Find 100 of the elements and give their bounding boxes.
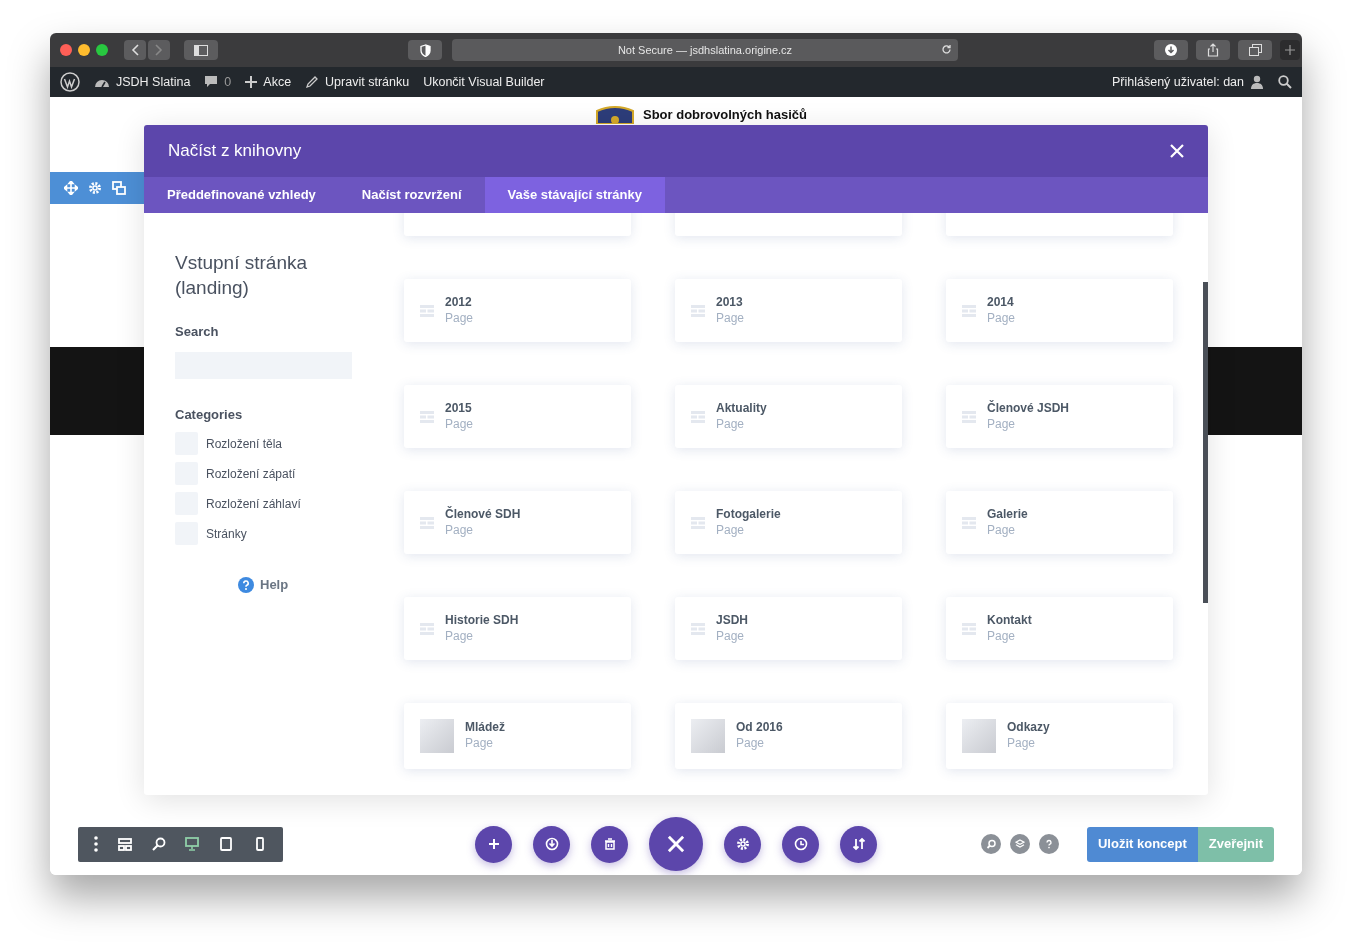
move-icon[interactable]	[64, 181, 78, 195]
page-title: JSDH	[716, 612, 748, 629]
page-type: Page	[445, 416, 474, 433]
page-type: Page	[445, 310, 474, 327]
page-type: Page	[987, 628, 1017, 645]
page-card[interactable]: Aktuality Page	[675, 385, 902, 448]
layout-icon	[420, 410, 434, 423]
page-card[interactable]: 2015 Page	[404, 385, 631, 448]
add-button[interactable]	[475, 825, 512, 863]
page-title: 2014	[987, 294, 1015, 311]
tab[interactable]: Načíst rozvržení	[338, 177, 485, 213]
search-label: Search	[175, 323, 220, 342]
privacy-button[interactable]	[408, 40, 442, 60]
comment-icon	[204, 75, 219, 89]
settings-icon[interactable]	[88, 181, 102, 195]
clock-icon	[793, 837, 808, 851]
sort-icon	[851, 837, 866, 851]
categories-label: Categories	[175, 405, 244, 424]
page-type: Page	[736, 736, 766, 752]
layout-icon	[962, 304, 976, 317]
help-link[interactable]: Help	[238, 575, 289, 595]
download-icon	[544, 837, 559, 851]
page-thumbnail	[420, 719, 454, 753]
page-card[interactable]: 2014 Page	[946, 279, 1173, 342]
address-bar[interactable]: Not Secure — jsdhslatina.origine.cz	[452, 39, 958, 61]
user-icon	[1250, 75, 1264, 89]
minimize-window-button[interactable]	[78, 44, 90, 56]
tab[interactable]: Vaše stávající stránky	[484, 177, 665, 213]
sidebar-heading: Vstupní stránka (landing)	[175, 251, 309, 300]
find-button[interactable]	[980, 834, 1001, 854]
page-type: Page	[987, 522, 1017, 539]
page-thumbnail	[962, 719, 996, 753]
page-card[interactable]: Členové JSDH Page	[946, 385, 1173, 448]
duplicate-icon[interactable]	[112, 181, 126, 195]
sidebar-button[interactable]	[184, 40, 218, 60]
help-icon	[238, 577, 254, 594]
help-button[interactable]	[1038, 834, 1059, 854]
layers-button[interactable]	[1009, 834, 1030, 854]
page-card[interactable]: Fotogalerie Page	[675, 491, 902, 554]
page-card[interactable]: Galerie Page	[946, 491, 1173, 554]
zoom-icon[interactable]	[151, 837, 166, 851]
page-title: Mládež	[465, 720, 505, 736]
new-link[interactable]: Akce	[241, 72, 296, 92]
page-title: 2012	[445, 294, 473, 311]
dialog-title: Načíst z knihovny	[168, 140, 302, 163]
trash-icon	[602, 837, 617, 851]
scrollbar[interactable]	[1203, 282, 1208, 603]
page-card[interactable]: Historie SDH Page	[404, 597, 631, 660]
download-icon	[1165, 44, 1177, 56]
tabs-button[interactable]	[1238, 40, 1272, 60]
page-title: Fotogalerie	[716, 506, 781, 523]
history-button[interactable]	[782, 825, 819, 863]
save-draft-button[interactable]: Uložit koncept	[1086, 826, 1198, 862]
layout-icon	[962, 410, 976, 423]
page-card[interactable]: Mládež Page	[404, 703, 631, 769]
page-type: Page	[716, 522, 746, 539]
desktop-view-icon[interactable]	[185, 837, 200, 851]
page-card[interactable]: JSDH Page	[675, 597, 902, 660]
site-link[interactable]: JSDH Slatina	[90, 72, 195, 92]
reload-icon[interactable]	[941, 44, 952, 55]
settings-button[interactable]	[724, 825, 761, 863]
layers-icon	[1014, 839, 1025, 849]
category-label: Rozložení záhlaví	[206, 495, 301, 513]
page-card[interactable]: Od 2016 Page	[675, 703, 902, 769]
more-icon[interactable]	[93, 836, 98, 852]
wireframe-icon[interactable]	[117, 837, 132, 851]
exit-builder-link[interactable]: Ukončit Visual Builder	[419, 72, 549, 92]
page-thumbnail	[691, 719, 725, 753]
page-title: Kontakt	[987, 612, 1032, 629]
settings-icon	[735, 837, 750, 851]
new-tab-button[interactable]	[1280, 40, 1300, 60]
page-card[interactable]: 2012 Page	[404, 279, 631, 342]
user-link[interactable]: Přihlášený uživatel: dan	[1107, 72, 1268, 92]
close-window-button[interactable]	[60, 44, 72, 56]
tablet-view-icon[interactable]	[219, 837, 234, 851]
page-title: Členové SDH	[445, 506, 521, 523]
portability-button[interactable]	[840, 825, 877, 863]
search-icon[interactable]	[1278, 75, 1292, 89]
comments-link[interactable]: 0	[200, 72, 236, 92]
layout-icon	[962, 622, 976, 635]
tab[interactable]: Předdefinované vzhledy	[144, 177, 339, 213]
address-text: Not Secure — jsdhslatina.origine.cz	[617, 42, 793, 58]
plus-icon	[245, 76, 258, 88]
back-button[interactable]	[124, 40, 146, 60]
load-button[interactable]	[533, 825, 570, 863]
share-button[interactable]	[1196, 40, 1230, 60]
clear-button[interactable]	[591, 825, 628, 863]
page-title: Aktuality	[716, 400, 767, 417]
close-icon[interactable]	[1170, 144, 1184, 158]
wordpress-logo-icon[interactable]	[60, 72, 80, 92]
edit-page-link[interactable]: Upravit stránku	[301, 72, 414, 92]
page-card[interactable]: 2013 Page	[675, 279, 902, 342]
page-card[interactable]: Odkazy Page	[946, 703, 1173, 769]
page-card[interactable]: Členové SDH Page	[404, 491, 631, 554]
zoom-window-button[interactable]	[96, 44, 108, 56]
tabs-icon	[1248, 44, 1262, 56]
close-button[interactable]	[649, 817, 703, 871]
page-card[interactable]: Kontakt Page	[946, 597, 1173, 660]
downloads-button[interactable]	[1154, 40, 1188, 60]
layout-icon	[691, 304, 705, 317]
